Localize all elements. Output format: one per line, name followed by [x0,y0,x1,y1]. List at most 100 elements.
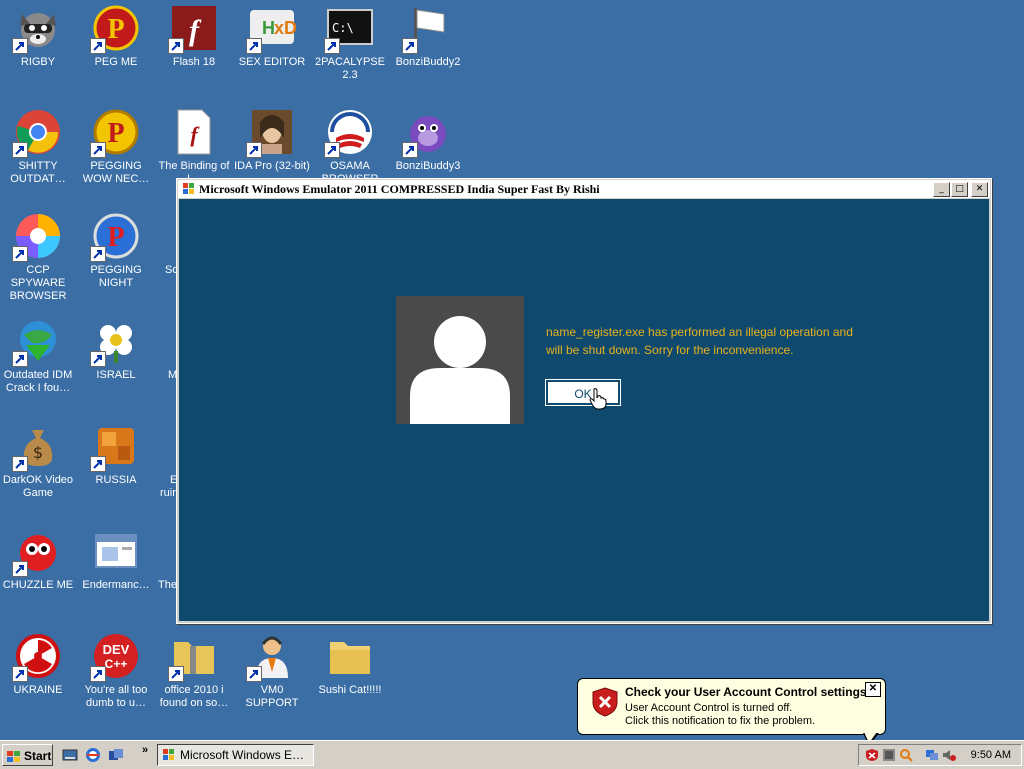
ok-button[interactable]: OK [545,379,621,406]
search-tray-icon[interactable] [899,748,913,762]
icon-label: BonziBuddy2 [395,56,461,68]
shortcut-arrow-icon [402,142,418,158]
desktop-icon-pegging-night[interactable]: P PEGGING NIGHT [78,212,154,290]
desktop-icon-sex-editor[interactable]: HxD SEX EDITOR [234,4,310,69]
desktop-icon-osama-browser[interactable]: OSAMA BROWSER [312,108,388,186]
shortcut-arrow-icon [12,561,28,577]
clock[interactable]: 9:50 AM [971,749,1011,761]
shortcut-arrow-icon [246,666,262,682]
shortcut-arrow-icon [246,38,262,54]
quicklaunch-chevron[interactable]: » [142,744,148,756]
svg-text:C++: C++ [105,657,128,671]
taskbar-button-emulator[interactable]: Microsoft Windows E… [157,744,314,766]
desktop-icon-russia[interactable]: RUSSIA [78,422,154,487]
security-alert-tray-icon[interactable] [865,748,879,762]
desktop-icon-rigby[interactable]: RIGBY [0,4,76,69]
shortcut-arrow-icon [12,38,28,54]
icon-label: VM0 SUPPORT [245,684,299,709]
shortcut-arrow-icon [168,38,184,54]
shortcut-arrow-icon [12,142,28,158]
desktop-icon-vm0-support[interactable]: VM0 SUPPORT [234,632,310,710]
shortcut-arrow-icon [90,351,106,367]
taskbar-button-label: Microsoft Windows E… [180,748,305,762]
desktop-icon-peg-me[interactable]: P PEG ME [78,4,154,69]
network-connection-tray-icon[interactable] [925,748,939,762]
hand-cursor-icon [589,388,607,410]
shortcut-arrow-icon [90,456,106,472]
shield-error-icon [592,687,618,717]
window-app-icon [92,527,140,575]
chrome-icon [12,108,62,158]
desktop-icon-chuzzle[interactable]: CHUZZLE ME [0,527,76,592]
desktop-icon-sushi-cat[interactable]: Sushi Cat!!!!! [312,632,388,697]
desktop-icon-flash-18[interactable]: f Flash 18 [156,4,232,69]
maximize-button[interactable]: □ [951,181,968,197]
desktop-icon-bonzibuddy2[interactable]: BonziBuddy2 [390,4,466,69]
chuzzle-icon [12,527,62,577]
balloon-title: Check your User Account Control settings [625,685,867,699]
uac-notification-balloon[interactable]: Check your User Account Control settings… [577,678,886,746]
volume-muted-tray-icon[interactable] [942,748,956,762]
desktop-icon-office-2010[interactable]: office 2010 i found on so… [156,632,232,710]
desktop-icon-ida-pro[interactable]: IDA Pro (32-bit) [234,108,310,173]
window-title: Microsoft Windows Emulator 2011 COMPRESS… [199,181,600,196]
flag-icon [402,4,452,54]
desktop-icon-ukraine[interactable]: UKRAINE [0,632,76,697]
start-button[interactable]: Start [2,744,53,766]
windows-logo-icon [163,749,174,760]
icon-label: IDA Pro (32-bit) [234,160,310,172]
zip-folder-icon [168,632,218,682]
desktop-icon-ccp-browser[interactable]: CCP SPYWARE BROWSER [0,212,76,303]
balloon-close-button[interactable]: ✕ [865,682,881,697]
window-titlebar[interactable]: Microsoft Windows Emulator 2011 COMPRESS… [178,180,990,198]
browser-quicklaunch-icon[interactable] [85,747,101,763]
desktop-icon-israel-row1-col1[interactable]: SHITTY OUTDAT… [0,108,76,186]
svg-text:C:\: C:\ [332,21,354,35]
hex-editor-icon: HxD [246,4,296,54]
icon-label: CCP SPYWARE BROWSER [9,264,67,302]
shortcut-arrow-icon [12,456,28,472]
media-quicklaunch-icon[interactable] [108,747,124,763]
desktop-icon-bonzibuddy3[interactable]: BonziBuddy3 [390,108,466,173]
folder-icon [326,632,374,680]
emulator-window: Microsoft Windows Emulator 2011 COMPRESS… [176,178,992,624]
desktop-icon-idm[interactable]: Outdated IDM Crack I fou… [0,317,76,395]
icon-label: Flash 18 [172,56,216,68]
desktop-icon-binding-of-isaac[interactable]: f The Binding of I… [156,108,232,186]
desktop-icon-dev-cpp[interactable]: DEV C++ You're all too dumb to u… [78,632,154,710]
windows-logo-icon [183,183,194,194]
icon-label: PEG ME [94,56,138,68]
start-label: Start [24,749,52,763]
shortcut-arrow-icon [90,246,106,262]
desktop-icon-darkok[interactable]: $ DarkOK Video Game [0,422,76,500]
icon-label: Endermanc… [82,579,150,591]
icon-label: UKRAINE [13,684,63,696]
desktop-icon-endermanch[interactable]: Endermanc… [78,527,154,592]
desktop-icon-2pacalypse[interactable]: C:\ 2PACALYPSE 2.3 [312,4,388,82]
windows-logo-icon [7,750,20,762]
partial-icon-label: ruir [160,487,176,499]
desktop-icon-israel[interactable]: ISRAEL [78,317,154,382]
close-button[interactable]: ✕ [971,181,988,197]
obama-logo-icon [324,108,374,158]
svg-text:P: P [107,14,124,45]
shortcut-arrow-icon [90,142,106,158]
show-desktop-icon[interactable] [62,747,78,763]
user-avatar-icon [396,296,524,424]
orange-blocks-icon [90,422,140,472]
peg-p-icon: P [90,4,140,54]
minimize-button[interactable]: _ [933,181,950,197]
icon-label: BonziBuddy3 [395,160,461,172]
error-message-line2: will be shut down. Sorry for the inconve… [546,343,794,357]
desktop-icon-pegging-wow[interactable]: P PEGGING WOW NEC… [78,108,154,186]
icon-label: 2PACALYPSE 2.3 [315,56,385,81]
partial-icon-label: The [158,579,177,591]
network-tray-icon[interactable] [882,748,896,762]
icon-label: Outdated IDM Crack I fou… [3,369,73,394]
icon-label: ISRAEL [96,369,136,381]
money-bag-icon: $ [12,422,62,472]
svg-text:P: P [107,222,124,253]
shortcut-arrow-icon [12,351,28,367]
peg-p-blue-icon: P [90,212,140,262]
icon-label: DarkOK Video Game [2,474,74,499]
